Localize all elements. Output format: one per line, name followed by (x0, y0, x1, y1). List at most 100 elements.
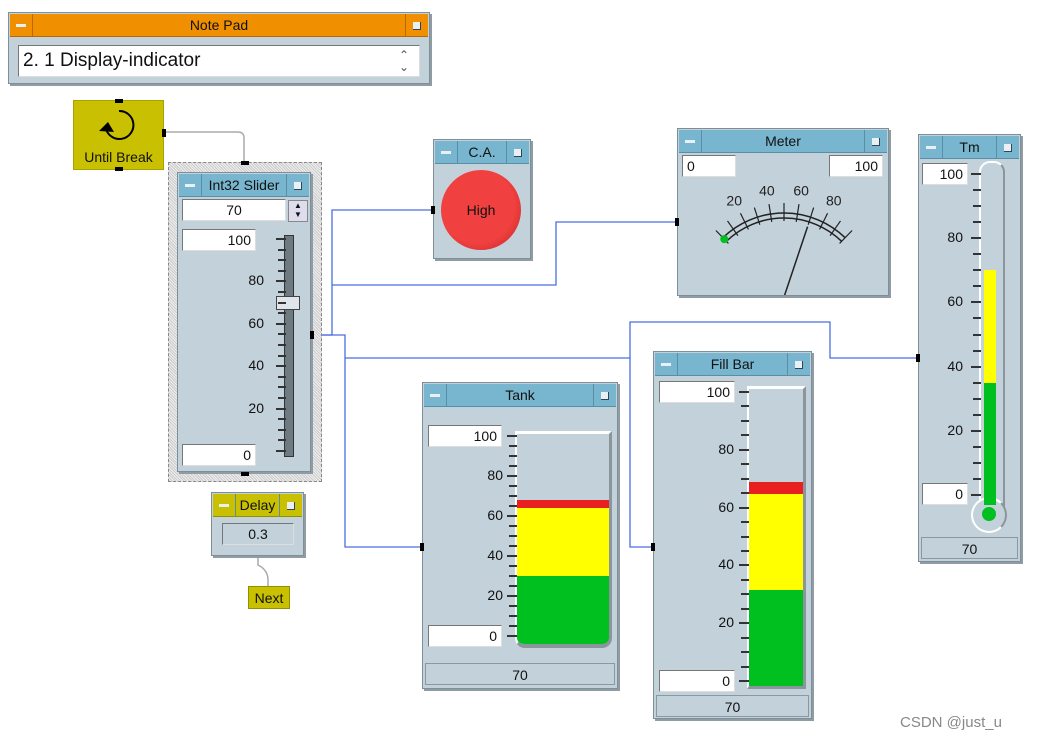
scale-tick (739, 622, 749, 625)
scale-tick (741, 463, 749, 466)
next-object[interactable]: Next (248, 586, 290, 609)
scale-tick (509, 495, 517, 497)
scale-label: 40 (718, 556, 734, 573)
maximize-icon[interactable] (996, 136, 1019, 158)
minimize-icon[interactable] (435, 141, 458, 163)
maximize-icon[interactable] (787, 353, 810, 375)
ca-text: High (466, 202, 496, 218)
tank-panel[interactable]: Tank 100 0 20 40 60 80 70 (422, 382, 618, 689)
meter-label: 80 (826, 193, 842, 209)
scale-tick (973, 381, 981, 384)
until-break-object[interactable]: Until Break (73, 100, 164, 170)
spinner-buttons[interactable]: ▲ ▼ (288, 200, 308, 222)
scale-tick (509, 545, 517, 547)
delay-panel[interactable]: Delay 0.3 (211, 492, 304, 556)
scale-tick (278, 354, 286, 357)
minimize-icon[interactable] (424, 384, 447, 406)
meter-zero-marker (720, 235, 729, 244)
scale-tick (507, 435, 517, 437)
scale-tick (741, 477, 749, 480)
scale-label: 60 (487, 507, 503, 523)
slider-min-field[interactable]: 0 (182, 444, 256, 466)
fillbar-max-field[interactable]: 100 (659, 381, 735, 403)
sequence-wire (257, 556, 269, 586)
tm-max-field[interactable]: 100 (922, 163, 968, 185)
notepad-panel[interactable]: Note Pad 2. 1 Display-indicator ⌃ ⌄ (8, 12, 430, 84)
minimize-icon[interactable] (213, 494, 236, 516)
ca-panel[interactable]: C.A. High (433, 139, 531, 259)
tank-max-field[interactable]: 100 (428, 425, 502, 447)
maximize-icon[interactable] (405, 14, 428, 36)
fillbar-panel[interactable]: Fill Bar 100 0 20 40 60 80 70 (653, 351, 812, 719)
scale-tick (741, 419, 749, 422)
scale-tick (278, 312, 286, 315)
meter-label: 60 (793, 182, 809, 198)
scale-tick (741, 492, 749, 495)
scale-label: 40 (487, 547, 503, 563)
slider-value-field[interactable]: 70 (182, 199, 286, 221)
wire-to-ca (312, 209, 433, 336)
maximize-icon[interactable] (593, 384, 616, 406)
scroll-updown-icon[interactable]: ⌃ ⌄ (399, 49, 409, 73)
minimize-icon[interactable] (920, 136, 943, 158)
scale-tick (507, 595, 517, 597)
scale-label: 80 (487, 467, 503, 483)
int32-slider-panel[interactable]: Int32 Slider 70 ▲ ▼ 100 0 20 40 60 80 (177, 172, 311, 472)
scale-tick (973, 349, 981, 352)
minimize-icon[interactable] (655, 353, 678, 375)
maximize-icon[interactable] (279, 494, 302, 516)
scale-tick (973, 477, 981, 480)
slider-max-field[interactable]: 100 (182, 229, 256, 251)
fill-band (984, 270, 996, 383)
scale-tick (971, 173, 981, 175)
scale-tick (973, 317, 981, 320)
tm-panel[interactable]: Tm 100 0 20 40 60 80 70 (918, 134, 1021, 562)
scale-tick (509, 445, 517, 447)
scale-tick (509, 565, 517, 567)
scale-label: 20 (248, 399, 264, 416)
scale-tick (973, 397, 981, 400)
meter-panel[interactable]: Meter 0 100 20 40 60 80 (677, 128, 889, 296)
scale-tick (276, 450, 286, 452)
slider-title: Int32 Slider (208, 177, 280, 193)
slider-track[interactable] (284, 235, 294, 457)
tm-min-field[interactable]: 0 (922, 483, 968, 505)
meter-label: 40 (759, 182, 775, 198)
scale-tick (973, 189, 981, 192)
scale-tick (276, 365, 286, 368)
fill-band (984, 382, 996, 505)
scale-tick (973, 269, 981, 272)
tank-title: Tank (505, 387, 535, 403)
scale-label: 40 (947, 357, 963, 374)
scale-tick (278, 344, 286, 346)
tank-min-field[interactable]: 0 (428, 625, 502, 647)
delay-value[interactable]: 0.3 (222, 523, 294, 545)
minimize-icon[interactable] (10, 14, 33, 36)
maximize-icon[interactable] (286, 174, 309, 196)
fill-band (749, 589, 803, 686)
fill-band (517, 499, 609, 509)
scale-tick (276, 407, 286, 410)
scale-tick (278, 386, 286, 389)
sequence-wire (164, 131, 245, 164)
scale-label: 80 (947, 229, 963, 246)
scale-tick (741, 521, 749, 524)
fillbar-value-readout: 70 (656, 695, 809, 717)
scale-tick (278, 428, 286, 431)
notepad-text[interactable]: 2. 1 Display-indicator (18, 45, 420, 77)
meter-needle (783, 226, 809, 295)
scale-tick (509, 455, 517, 457)
scale-label: 60 (947, 293, 963, 310)
scale-tick (278, 301, 286, 304)
scale-tick (509, 505, 517, 507)
scale-tick (276, 322, 286, 325)
meter-label: 20 (726, 193, 742, 209)
scale-tick (971, 301, 981, 304)
maximize-icon[interactable] (506, 141, 529, 163)
fillbar-title: Fill Bar (710, 356, 755, 372)
scale-tick (276, 238, 286, 240)
fillbar-min-field[interactable]: 0 (659, 670, 735, 692)
scale-label: 20 (718, 614, 734, 631)
minimize-icon[interactable] (179, 174, 202, 196)
scale-tick (509, 485, 517, 487)
